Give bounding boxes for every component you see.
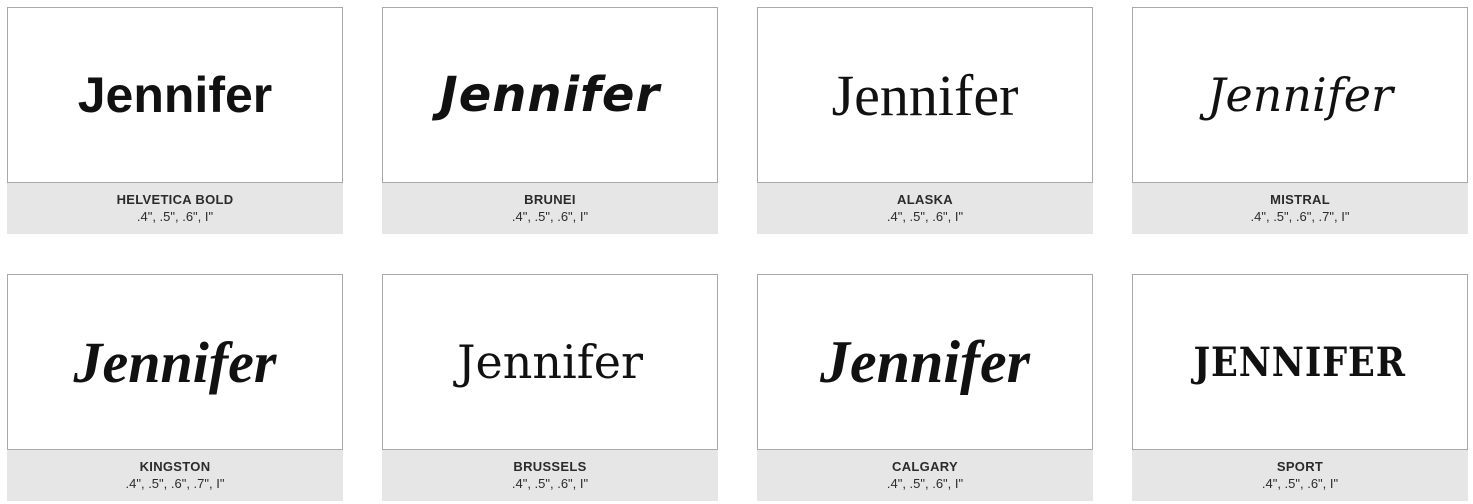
font-sample-box: Jennifer [382,7,718,183]
font-caption: BRUSSELS .4", .5", .6", I" [382,450,718,501]
font-sample-box: Jennifer [757,274,1093,450]
font-card-alaska[interactable]: Jennifer ALASKA .4", .5", .6", I" [757,7,1093,234]
font-name: CALGARY [892,459,958,474]
font-sample-box: Jennifer [382,274,718,450]
font-sizes: .4", .5", .6", I" [886,209,964,224]
font-caption: SPORT .4", .5", .6", I" [1132,450,1468,501]
font-sample-box: JENNIFER [1132,274,1468,450]
font-caption: BRUNEI .4", .5", .6", I" [382,183,718,234]
font-sizes: .4", .5", .6", .7", I" [1250,209,1350,224]
font-name: MISTRAL [1270,192,1330,207]
font-sample-text: Jennifer [820,328,1030,395]
font-sizes: .4", .5", .6", I" [1261,476,1339,491]
font-name: ALASKA [897,192,953,207]
font-card-calgary[interactable]: Jennifer CALGARY .4", .5", .6", I" [757,274,1093,501]
font-sample-box: Jennifer [7,7,343,183]
font-sizes: .4", .5", .6", I" [511,209,589,224]
font-sizes: .4", .5", .6", I" [136,209,214,224]
font-card-brunei[interactable]: Jennifer BRUNEI .4", .5", .6", I" [382,7,718,234]
font-name: HELVETICA BOLD [116,192,234,207]
font-sizes: .4", .5", .6", .7", I" [125,476,225,491]
font-sample-text: Jennifer [77,67,273,123]
font-card-mistral[interactable]: Jennifer MISTRAL .4", .5", .6", .7", I" [1132,7,1468,234]
font-caption: ALASKA .4", .5", .6", I" [757,183,1093,234]
font-caption: KINGSTON .4", .5", .6", .7", I" [7,450,343,501]
font-sample-text: Jennifer [457,335,643,389]
font-sizes: .4", .5", .6", I" [511,476,589,491]
font-card-kingston[interactable]: Jennifer KINGSTON .4", .5", .6", .7", I" [7,274,343,501]
font-sample-text: Jennifer [1207,68,1393,122]
font-name: SPORT [1276,459,1324,474]
font-caption: HELVETICA BOLD .4", .5", .6", I" [7,183,343,234]
font-sample-text: JENNIFER [1193,338,1407,386]
font-sample-box: Jennifer [757,7,1093,183]
font-sample-text: Jennifer [73,329,277,395]
font-card-sport[interactable]: JENNIFER SPORT .4", .5", .6", I" [1132,274,1468,501]
font-name: BRUSSELS [513,459,587,474]
font-sample-box: Jennifer [1132,7,1468,183]
font-caption: CALGARY .4", .5", .6", I" [757,450,1093,501]
font-caption: MISTRAL .4", .5", .6", .7", I" [1132,183,1468,234]
font-sample-text: Jennifer [439,67,661,123]
font-card-brussels[interactable]: Jennifer BRUSSELS .4", .5", .6", I" [382,274,718,501]
font-card-helvetica-bold[interactable]: Jennifer HELVETICA BOLD .4", .5", .6", I… [7,7,343,234]
font-name: BRUNEI [524,192,576,207]
font-sample-box: Jennifer [7,274,343,450]
font-sizes: .4", .5", .6", I" [886,476,964,491]
font-name: KINGSTON [139,459,211,474]
font-sample-text: Jennifer [831,62,1019,128]
